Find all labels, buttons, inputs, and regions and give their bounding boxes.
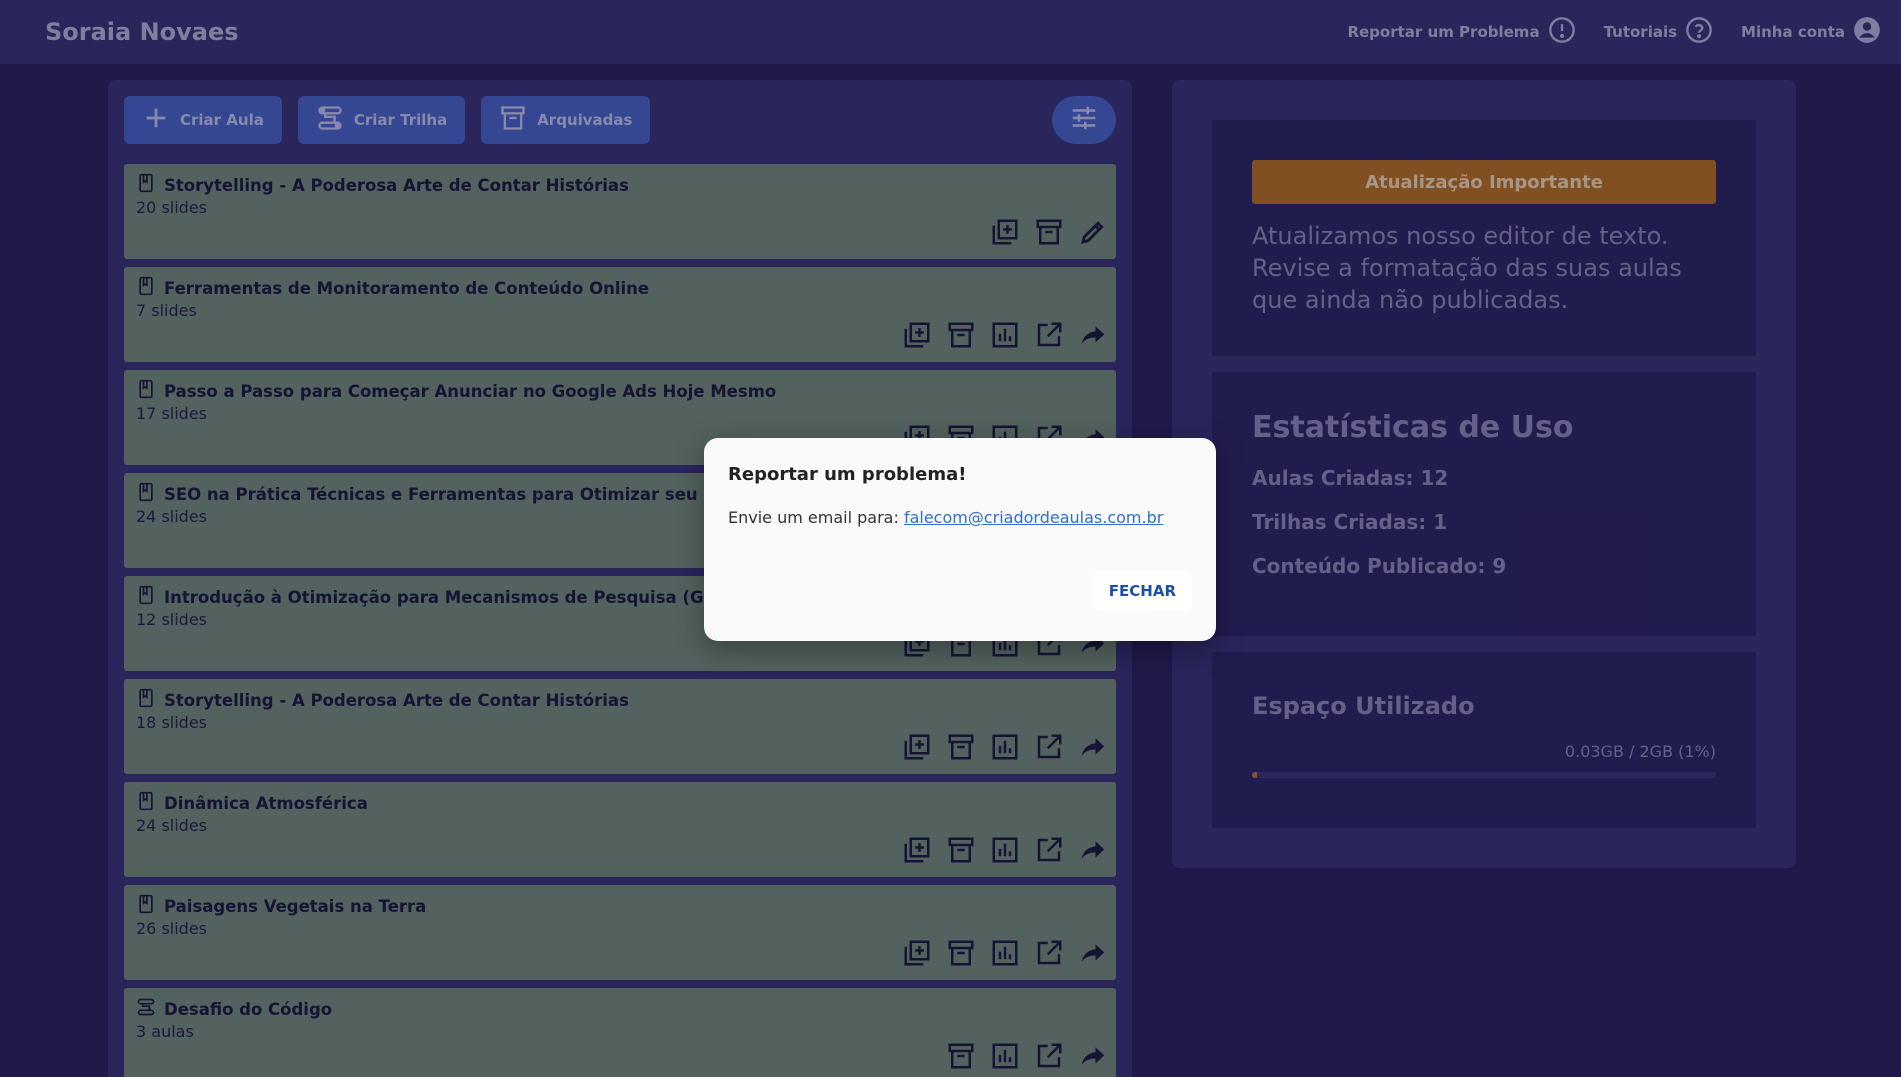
dialog-body: Envie um email para: falecom@criadordeau… [728,508,1163,527]
dialog-body-text: Envie um email para: [728,508,904,527]
close-dialog-button[interactable]: FECHAR [1092,571,1192,611]
report-problem-dialog: Reportar um problema! Envie um email par… [704,438,1216,641]
support-email-link[interactable]: falecom@criadordeaulas.com.br [904,508,1163,527]
dialog-title: Reportar um problema! [728,464,967,485]
